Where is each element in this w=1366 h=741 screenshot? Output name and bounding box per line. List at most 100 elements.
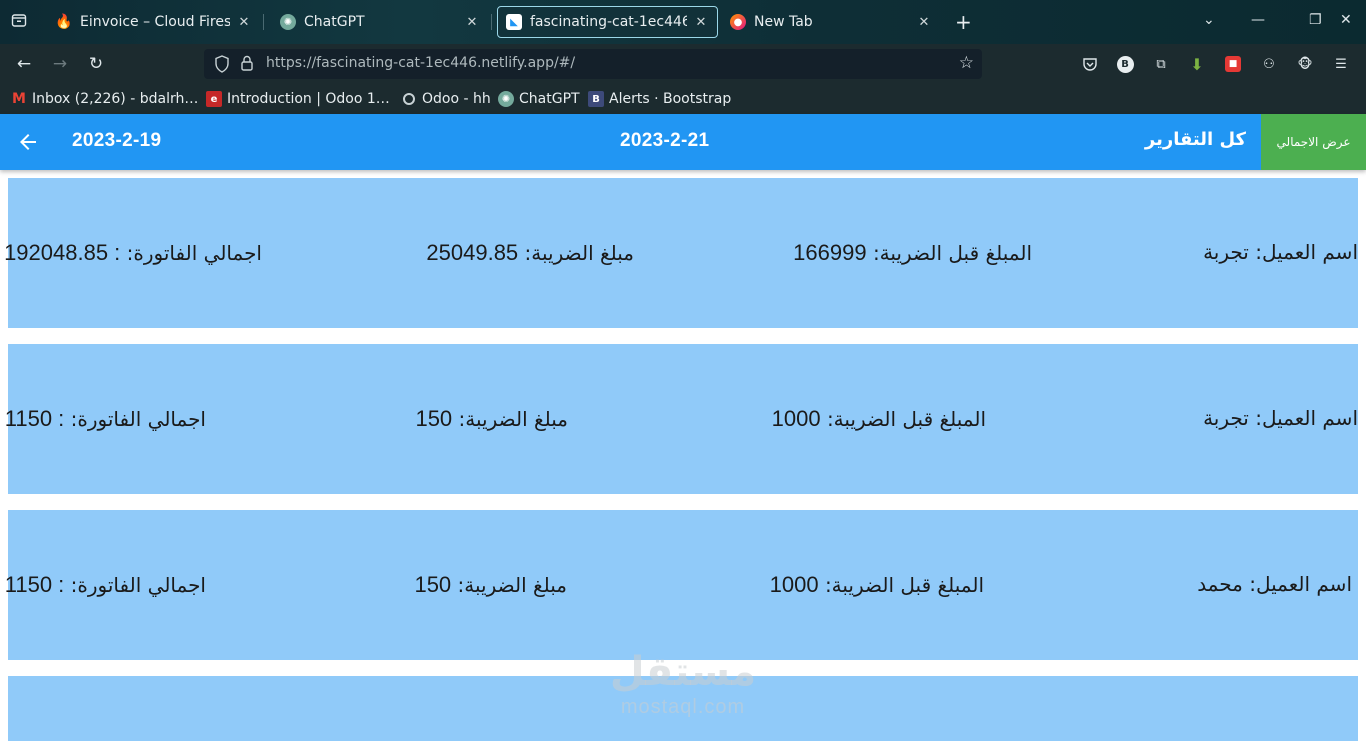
total-field: اجمالي الفاتورة: 1150 : [5,406,206,432]
before-tax-label: المبلغ قبل الضريبة: [826,407,986,431]
firebase-icon: 🔥 [55,14,73,30]
page-title: كل التقارير [1144,129,1246,150]
browser-tab-bar: 🔥 Einvoice – Cloud Firestore ✕ ✺ ChatGPT… [0,0,1366,44]
tab-title: fascinating-cat-1ec446.netlify.app [530,14,687,30]
bookmark-label: Inbox (2,226) - bdalrh… [32,91,199,107]
firefox-icon: ● [730,14,746,30]
show-total-button[interactable]: عرض الاجمالي [1261,114,1366,170]
before-tax-value: 166999 [793,240,867,265]
customer-field: اسم العميل: تجربة [1203,240,1358,264]
date-from[interactable]: 2023-2-19 [72,130,161,152]
extension-eyes-icon[interactable]: ⚇ [1259,54,1279,74]
bookmark-star-icon[interactable]: ☆ [959,53,974,73]
tab-overflow-chevron-icon[interactable]: ⌄ [1203,12,1215,28]
total-value: 192048.85 : [4,240,121,265]
date-to[interactable]: 2023-2-21 [620,130,709,152]
tab-active-app[interactable]: ◣ fascinating-cat-1ec446.netlify.app ✕ [497,6,718,38]
tax-field: مبلغ الضريبة: 150 [414,572,567,598]
bootstrap-icon: B [588,91,604,107]
b-extension-icon[interactable]: B [1115,54,1135,74]
odoo-icon: e [206,91,222,107]
before-tax-field: المبلغ قبل الضريبة: 1000 [770,572,984,598]
back-arrow-icon[interactable]: ← [13,53,35,75]
address-bar[interactable]: https://fascinating-cat-1ec446.netlify.a… [204,49,982,79]
url-text: https://fascinating-cat-1ec446.netlify.a… [266,55,576,71]
reload-icon[interactable]: ↻ [85,53,107,75]
total-field: اجمالي الفاتورة: 192048.85 : [4,240,262,266]
before-tax-field: المبلغ قبل الضريبة: 166999 [793,240,1032,266]
download-arrow-icon[interactable]: ⬇ [1187,54,1207,74]
chatgpt-icon: ✺ [280,14,296,30]
total-field: اجمالي الفاتورة: 1150 : [5,572,206,598]
before-tax-value: 1000 [769,572,819,597]
new-tab-plus-icon[interactable]: + [955,12,972,32]
tab-title: New Tab [754,14,813,30]
shield-icon[interactable] [214,55,230,73]
bookmarks-bar: M Inbox (2,226) - bdalrh… e Introduction… [0,84,1366,114]
close-icon[interactable]: ✕ [693,15,709,30]
tax-value: 150 [414,572,452,597]
bookmark-label: ChatGPT [519,91,580,107]
bookmark-label: Alerts · Bootstrap [609,91,732,107]
total-label: اجمالي الفاتورة: [70,407,206,431]
invoice-card[interactable] [8,676,1358,741]
restore-icon[interactable]: ❐ [1309,12,1322,28]
invoice-card[interactable]: اسم العميل: تجربة المبلغ قبل الضريبة: 10… [5,344,1358,494]
minimize-icon[interactable]: — [1251,12,1265,28]
tax-field: مبلغ الضريبة: 150 [415,406,568,432]
customer-value: محمد [1197,572,1243,596]
customer-field: اسم العميل: تجربة [1203,406,1358,430]
back-arrow-icon[interactable] [16,130,40,154]
total-value-number: 1150 [4,572,53,597]
lock-icon[interactable] [240,55,254,71]
customer-label: اسم العميل: [1249,572,1352,596]
bookmark-odoo-hh[interactable]: Odoo - hh [401,90,491,108]
tab-list-icon[interactable] [8,12,30,32]
close-icon[interactable]: ✕ [236,15,252,30]
total-value: 1150 : [4,572,65,597]
bookmark-chatgpt[interactable]: ✺ ChatGPT [498,90,580,108]
before-tax-field: المبلغ قبل الضريبة: 1000 [772,406,986,432]
tab-new-tab[interactable]: ● New Tab ✕ [722,6,940,38]
total-label: اجمالي الفاتورة: [70,573,206,597]
flutter-icon: ◣ [506,14,522,30]
invoice-card[interactable]: اسم العميل: محمد المبلغ قبل الضريبة: 100… [5,510,1358,660]
tab-chatgpt[interactable]: ✺ ChatGPT ✕ [272,6,492,38]
bookmark-odoo-intro[interactable]: e Introduction | Odoo 1… [206,90,390,108]
tab-einvoice[interactable]: 🔥 Einvoice – Cloud Firestore ✕ [48,6,264,38]
forward-arrow-icon[interactable]: → [49,53,71,75]
tax-value: 150 [415,406,453,431]
globe-icon [401,91,417,107]
customer-field: اسم العميل: محمد [1197,572,1352,596]
before-tax-label: المبلغ قبل الضريبة: [824,573,984,597]
bookmark-inbox[interactable]: M Inbox (2,226) - bdalrh… [11,90,198,108]
tax-label: مبلغ الضريبة: [457,573,567,597]
menu-hamburger-icon[interactable]: ☰ [1331,54,1351,74]
tax-label: مبلغ الضريبة: [458,407,568,431]
tax-field: مبلغ الضريبة: 25049.85 [426,240,634,266]
adblock-icon[interactable]: ■ [1223,54,1243,74]
pocket-icon[interactable] [1080,54,1100,74]
extension-monkey-icon[interactable]: 🐵 [1295,54,1315,74]
extensions-puzzle-icon[interactable]: ⧉ [1151,54,1171,74]
gmail-icon: M [12,91,26,107]
customer-label: اسم العميل: [1255,406,1358,430]
before-tax-value: 1000 [771,406,821,431]
invoice-card[interactable]: اسم العميل: تجربة المبلغ قبل الضريبة: 16… [4,178,1358,328]
tab-title: Einvoice – Cloud Firestore [80,14,230,30]
customer-label: اسم العميل: [1255,240,1358,264]
close-icon[interactable]: ✕ [464,15,480,30]
bookmark-bootstrap[interactable]: B Alerts · Bootstrap [588,90,731,108]
customer-value: تجربة [1203,406,1249,430]
customer-value: تجربة [1203,240,1249,264]
total-label: اجمالي الفاتورة: [126,241,262,265]
close-window-icon[interactable]: ✕ [1340,12,1352,28]
tax-value: 25049.85 [426,240,519,265]
tax-label: مبلغ الضريبة: [524,241,634,265]
total-value: 1150 : [4,406,65,431]
chatgpt-icon: ✺ [498,91,514,107]
close-icon[interactable]: ✕ [916,15,932,30]
total-value-number: 1150 [4,406,53,431]
bookmark-label: Introduction | Odoo 1… [227,91,390,107]
total-value-number: 192048.85 [4,240,109,265]
